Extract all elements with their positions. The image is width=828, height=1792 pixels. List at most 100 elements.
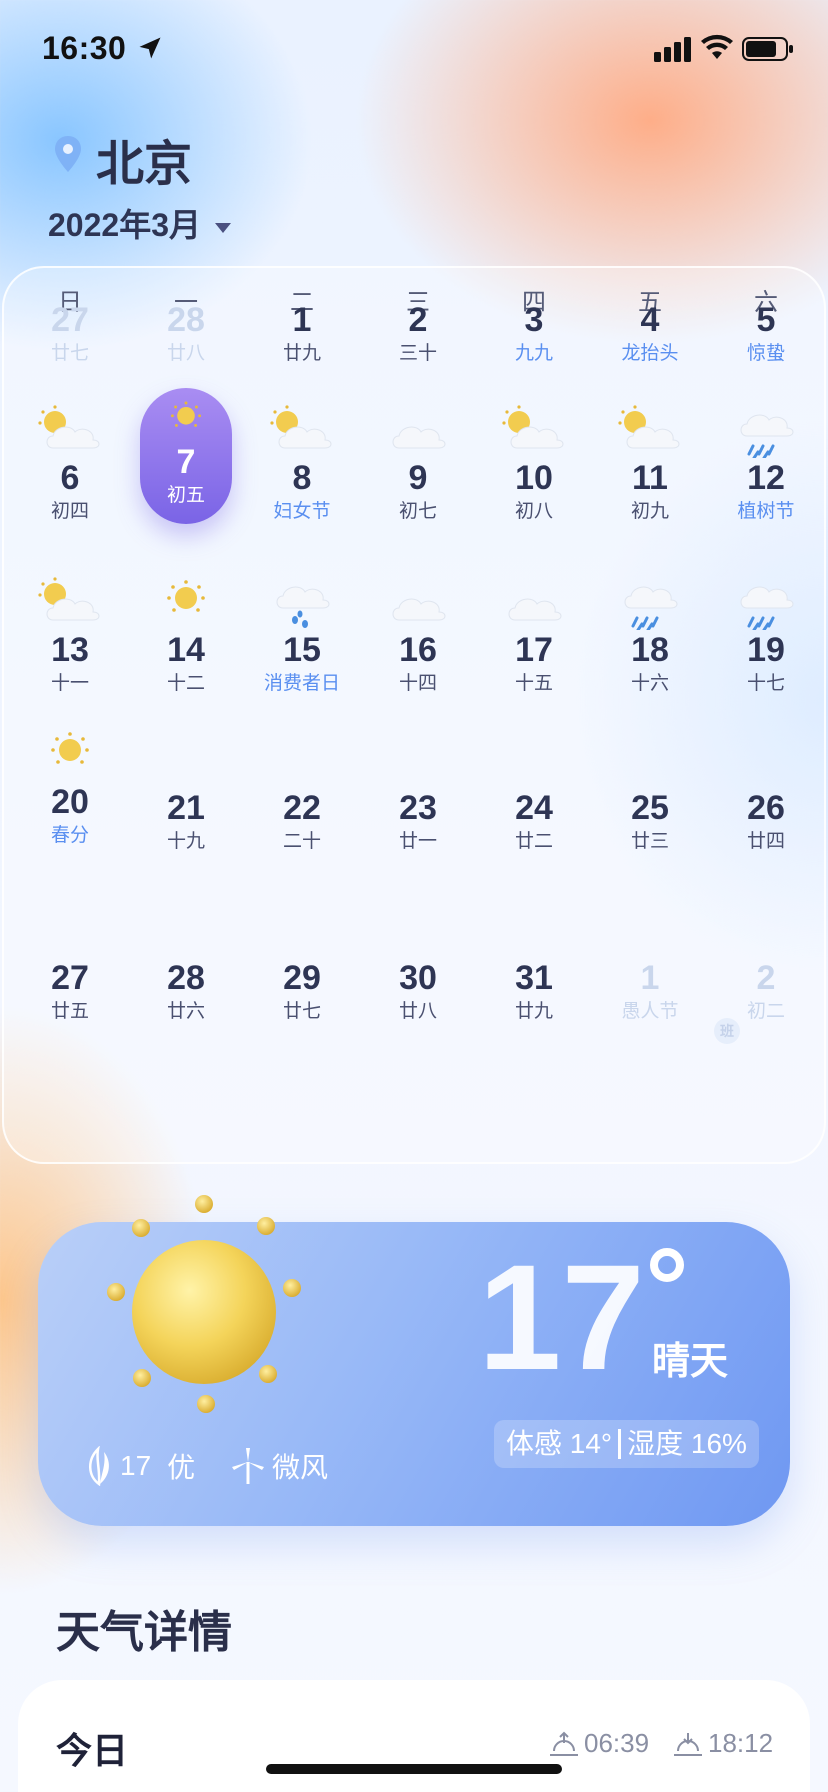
calendar-day[interactable]: 29 廿七	[244, 958, 360, 1024]
calendar-day[interactable]: 11 初九	[592, 402, 708, 524]
location-pin-icon	[55, 136, 81, 172]
sunset-time: 18:12	[708, 1728, 774, 1758]
wifi-icon	[701, 34, 733, 59]
feels-like: 体感 14°	[506, 1428, 613, 1459]
lunar-date: 十七	[746, 673, 785, 694]
lunar-date: 廿一	[398, 831, 437, 852]
air-quality: 17 优	[84, 1444, 195, 1488]
calendar-day[interactable]: 10 初八	[476, 402, 592, 524]
wind-level: 微风	[272, 1452, 329, 1483]
festival-label: 惊蛰	[746, 343, 785, 364]
calendar-day[interactable]: 18 十六	[592, 574, 708, 696]
sun-icon	[35, 726, 105, 782]
calendar-day[interactable]: 26 廿四	[708, 788, 824, 854]
calendar-day[interactable]: 12 植树节	[708, 402, 824, 524]
work-day-badge: 班	[714, 1018, 740, 1044]
lunar-date: 廿九	[282, 343, 321, 364]
calendar-card: 日一二三四五六 27 廿七 28 廿八 1 廿九 2 三十 3 九九 4 龙抬头 5 惊蛰 6 初四 7 初五 8 妇…	[2, 266, 826, 1164]
calendar-day[interactable]: 19 十七	[708, 574, 824, 696]
calendar-day[interactable]: 25 廿三	[592, 788, 708, 854]
calendar-day[interactable]: 28 廿八	[128, 300, 244, 366]
day-number: 23	[399, 789, 437, 827]
lunar-date: 三十	[398, 343, 437, 364]
day-number: 12	[747, 459, 785, 497]
day-number: 1	[292, 301, 312, 339]
day-number: 17	[515, 631, 553, 669]
calendar-day[interactable]: 17 十五	[476, 574, 592, 696]
day-number: 30	[399, 959, 437, 997]
humidity: 湿度 16%	[627, 1428, 747, 1459]
calendar-day[interactable]: 6 初四	[12, 402, 128, 524]
calendar-day[interactable]: 20 春分	[12, 726, 128, 848]
lunar-date: 廿四	[746, 831, 785, 852]
weather-condition: 晴天	[652, 1341, 729, 1383]
cloud-icon	[383, 402, 453, 458]
lunar-date: 廿七	[282, 1001, 321, 1022]
calendar-day[interactable]: 27 廿五	[12, 958, 128, 1024]
status-bar: 16:30	[0, 0, 828, 100]
cloud-icon	[383, 574, 453, 630]
lunar-date: 十六	[630, 673, 669, 694]
day-number: 22	[283, 789, 321, 827]
day-number: 1	[640, 959, 660, 997]
calendar-day[interactable]: 2 三十	[360, 300, 476, 366]
calendar-day[interactable]: 1 廿九	[244, 300, 360, 366]
day-number: 21	[167, 789, 205, 827]
calendar-day[interactable]: 23 廿一	[360, 788, 476, 854]
calendar-day[interactable]: 30 廿八	[360, 958, 476, 1024]
calendar-day[interactable]: 3 九九	[476, 300, 592, 366]
calendar-day[interactable]: 22 二十	[244, 788, 360, 854]
day-number: 8	[292, 459, 312, 497]
calendar-day[interactable]: 31 廿九	[476, 958, 592, 1024]
lunar-date: 十九	[166, 831, 205, 852]
sun-icon	[107, 1195, 301, 1413]
calendar-day[interactable]: 24 廿二	[476, 788, 592, 854]
leaf-icon	[89, 1446, 109, 1486]
calendar-day[interactable]: 8 妇女节	[244, 402, 360, 524]
calendar-day[interactable]: 27 廿七	[12, 300, 128, 366]
festival-label: 消费者日	[263, 673, 340, 694]
festival-label: 妇女节	[273, 501, 331, 522]
partly-cloudy-icon	[615, 402, 685, 458]
day-number: 16	[399, 631, 437, 669]
day-number: 14	[167, 631, 205, 669]
day-number: 5	[756, 301, 776, 339]
day-number: 31	[515, 959, 553, 997]
month-label: 2022年3月	[48, 207, 201, 243]
partly-cloudy-icon	[35, 402, 105, 458]
calendar-day[interactable]: 13 十一	[12, 574, 128, 696]
calendar-day[interactable]: 28 廿六	[128, 958, 244, 1024]
lunar-date: 廿二	[514, 831, 553, 852]
day-number: 15	[283, 631, 321, 669]
calendar-day[interactable]: 4 龙抬头	[592, 300, 708, 366]
partly-cloudy-icon	[35, 574, 105, 630]
home-indicator[interactable]	[266, 1764, 562, 1774]
calendar-day[interactable]: 5 惊蛰	[708, 300, 824, 366]
month-selector[interactable]: 2022年3月	[48, 200, 231, 246]
day-number: 28	[167, 301, 205, 339]
calendar-day[interactable]: 16 十四	[360, 574, 476, 696]
lunar-date: 廿八	[398, 1001, 437, 1022]
current-weather-card[interactable]: 17 晴天 体感 14° 湿度 16% 17 优 微风	[38, 1195, 790, 1526]
festival-label: 春分	[50, 825, 89, 846]
status-time: 16:30	[42, 30, 127, 66]
sunrise-icon	[550, 1731, 578, 1756]
today-card[interactable]: 今日 06:39 18:12	[18, 1680, 810, 1792]
lunar-date: 初五	[166, 485, 205, 506]
festival-label: 九九	[514, 343, 553, 364]
partly-cloudy-icon	[499, 402, 569, 458]
today-label: 今日	[56, 1730, 129, 1771]
lunar-date: 廿九	[514, 1001, 553, 1022]
calendar-day[interactable]: 14 十二	[128, 574, 244, 696]
calendar-day[interactable]: 1 愚人节	[592, 958, 708, 1024]
calendar-day[interactable]: 21 十九	[128, 788, 244, 854]
calendar-day-selected[interactable]: 7 初五	[140, 388, 232, 524]
calendar-day[interactable]: 9 初七	[360, 402, 476, 524]
rain-icon	[731, 574, 801, 632]
lunar-date: 廿三	[630, 831, 669, 852]
calendar-day[interactable]: 2 初二	[708, 958, 824, 1024]
calendar-day[interactable]: 15 消费者日	[244, 574, 360, 696]
lunar-date: 廿六	[166, 1001, 205, 1022]
lunar-date: 愚人节	[621, 1001, 679, 1022]
rain-icon	[731, 402, 801, 460]
